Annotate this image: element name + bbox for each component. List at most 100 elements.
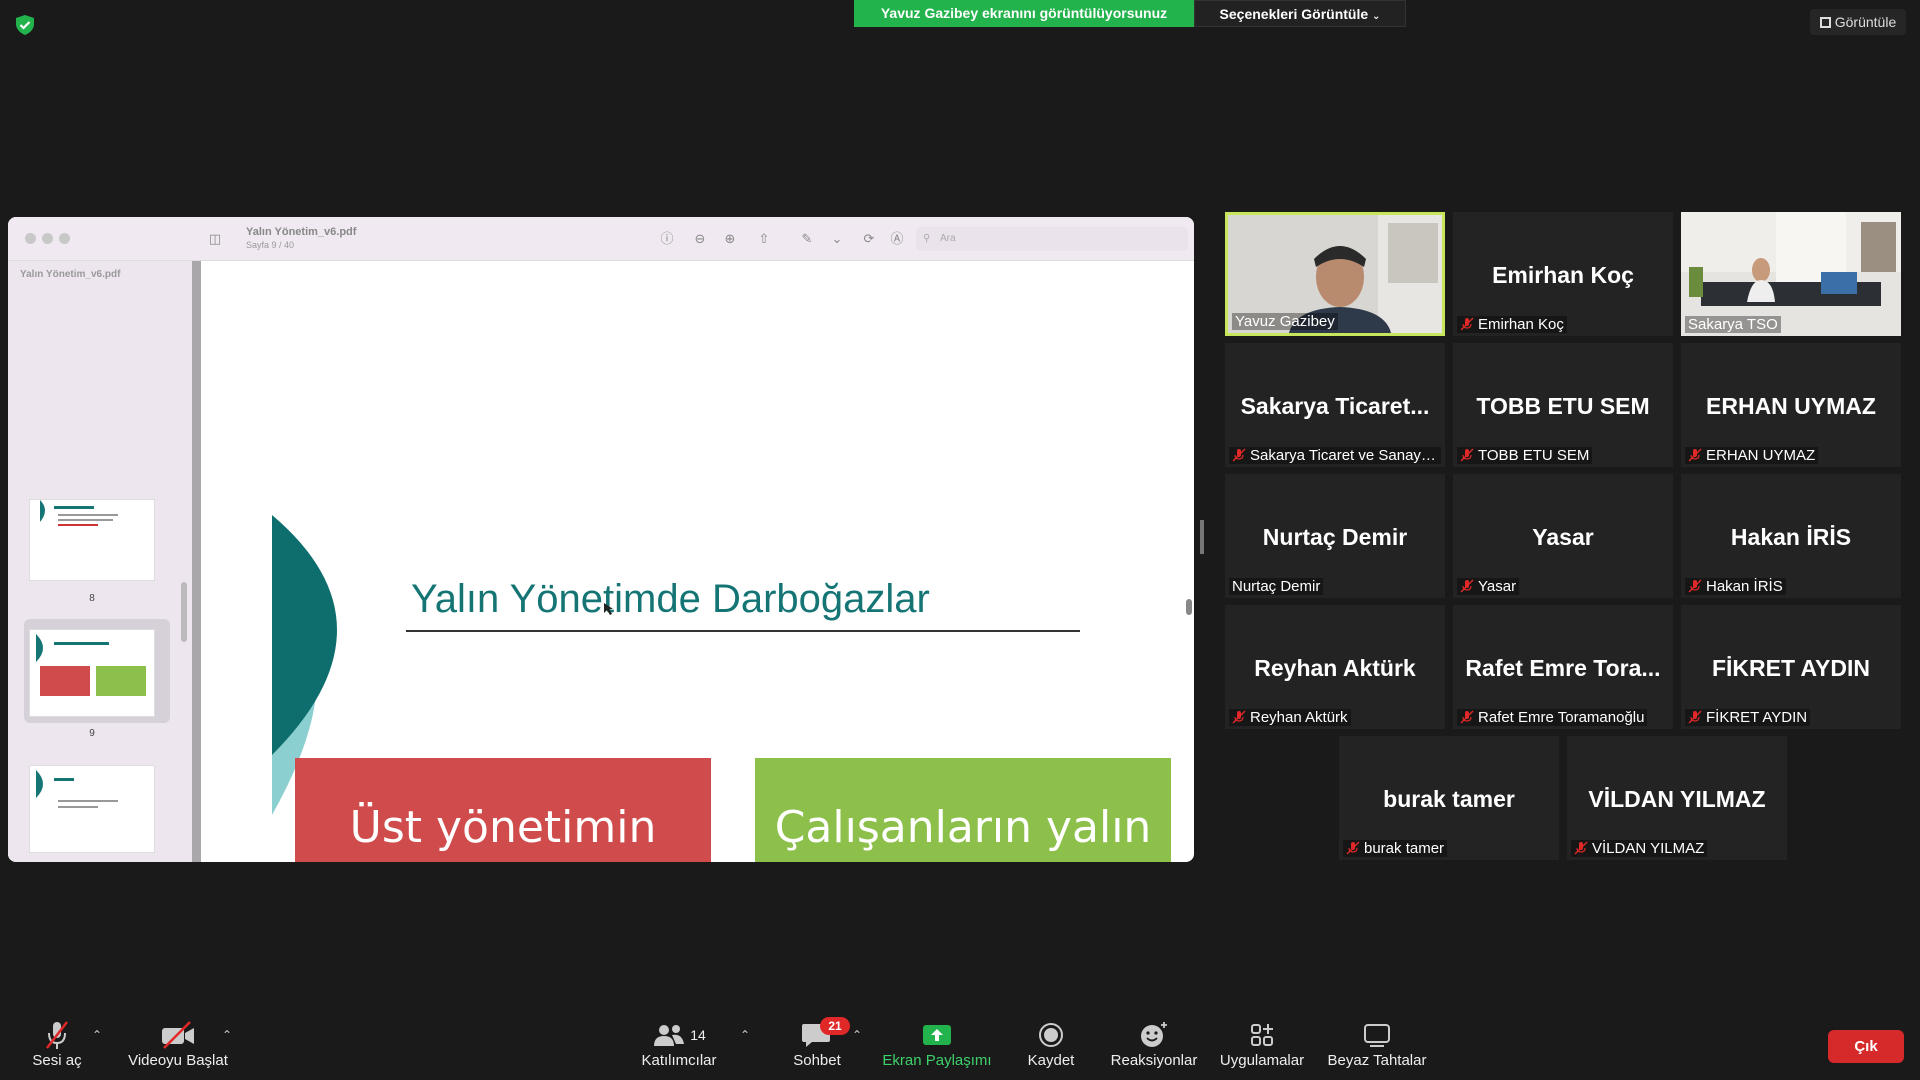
- participants-icon: [654, 1025, 685, 1046]
- participant-display-name: burak tamer: [1383, 786, 1515, 812]
- window-zoom-button[interactable]: [59, 233, 70, 244]
- info-icon[interactable]: ⓘ: [658, 230, 676, 248]
- participant-tile[interactable]: burak tamer burak tamer: [1339, 736, 1559, 860]
- participants-button[interactable]: 14 Katılımcılar: [624, 1018, 734, 1078]
- zoom-in-icon[interactable]: ⊕: [721, 230, 739, 248]
- security-shield-icon[interactable]: [14, 14, 36, 36]
- chat-button[interactable]: Sohbet: [762, 1018, 872, 1078]
- participant-tile[interactable]: Rafet Emre Tora... Rafet Emre Toramanoğlu: [1453, 605, 1673, 729]
- microphone-muted-icon: [1460, 448, 1474, 462]
- window-close-button[interactable]: [25, 233, 36, 244]
- record-button[interactable]: Kaydet: [996, 1018, 1106, 1078]
- video-options-caret[interactable]: ⌃: [222, 1028, 232, 1042]
- microphone-muted-icon: [1232, 710, 1246, 724]
- participant-tile[interactable]: Yavuz Gazibey: [1225, 212, 1445, 336]
- participant-display-name: FİKRET AYDIN: [1711, 655, 1871, 681]
- participant-tile[interactable]: Yasar Yasar: [1453, 474, 1673, 598]
- participant-name-text: Yasar: [1478, 578, 1517, 595]
- participant-display-name: Yasar: [1532, 524, 1594, 550]
- microphone-muted-icon: [1232, 448, 1246, 462]
- start-video-button[interactable]: Videoyu Başlat: [123, 1018, 233, 1078]
- unmute-label: Sesi aç: [32, 1052, 82, 1069]
- sidebar-toggle-icon[interactable]: ◫: [206, 230, 224, 248]
- video-off-icon: [162, 1021, 194, 1049]
- sidebar-divider[interactable]: [192, 261, 201, 862]
- participant-tile[interactable]: Nurtaç Demir Nurtaç Demir: [1225, 474, 1445, 598]
- apps-button[interactable]: Uygulamalar: [1207, 1018, 1317, 1078]
- participant-name-label: Yasar: [1457, 578, 1520, 595]
- participant-name-text: ERHAN UYMAZ: [1706, 447, 1816, 464]
- share-screen-icon: [923, 1025, 951, 1045]
- zoom-out-icon[interactable]: ⊖: [691, 230, 709, 248]
- participant-name-label: Sakarya Ticaret ve Sanayi ...: [1229, 447, 1441, 464]
- record-label: Kaydet: [1027, 1052, 1075, 1069]
- slide-box-left: Üst yönetimin yalın dönüşümü kucaklamama…: [295, 758, 711, 862]
- microphone-muted-icon: [1574, 841, 1588, 855]
- participant-name-label: FİKRET AYDIN: [1685, 709, 1811, 726]
- unmute-button[interactable]: Sesi aç: [2, 1018, 112, 1078]
- reactions-label: Reaksiyonlar: [1110, 1052, 1198, 1069]
- participant-display-name: Reyhan Aktürk: [1254, 655, 1416, 681]
- participant-name-label: TOBB ETU SEM: [1457, 447, 1593, 464]
- slide-title: Yalın Yönetimde Darboğazlar: [411, 577, 930, 621]
- rotate-icon[interactable]: ⟳: [860, 230, 878, 248]
- document-scrollbar[interactable]: [1186, 599, 1192, 615]
- page-thumbnail-9[interactable]: [29, 629, 155, 717]
- participant-tile[interactable]: Reyhan Aktürk Reyhan Aktürk: [1225, 605, 1445, 729]
- document-title: Yalın Yönetim_v6.pdf: [246, 226, 357, 238]
- microphone-muted-icon: [1688, 579, 1702, 593]
- chat-label: Sohbet: [793, 1052, 841, 1069]
- chevron-down-icon: ⌄: [1372, 11, 1381, 22]
- participant-name-label: Sakarya TSO: [1685, 316, 1781, 333]
- participant-tile[interactable]: VİLDAN YILMAZ VİLDAN YILMAZ: [1567, 736, 1787, 860]
- split-view-handle[interactable]: [1200, 520, 1204, 554]
- participant-name-text: burak tamer: [1364, 840, 1445, 857]
- window-minimize-button[interactable]: [42, 233, 53, 244]
- participant-name-text: Sakarya TSO: [1688, 316, 1778, 333]
- slide-box-left-text: Üst yönetimin yalın dönüşümü kucaklamama…: [327, 801, 679, 863]
- page-thumbnail-8[interactable]: [29, 499, 155, 581]
- whiteboards-button[interactable]: Beyaz Tahtalar: [1321, 1018, 1433, 1078]
- annotate-icon[interactable]: Ⓐ: [888, 230, 906, 248]
- record-icon: [1039, 1023, 1063, 1047]
- participants-options-caret[interactable]: ⌃: [740, 1028, 750, 1042]
- participant-tile[interactable]: Emirhan Koç Emirhan Koç: [1453, 212, 1673, 336]
- participant-tile[interactable]: Hakan İRİS Hakan İRİS: [1681, 474, 1901, 598]
- slide-box-right: Çalışanların yalın kültürü tamamen içsel…: [755, 758, 1171, 862]
- gallery-view-icon: [1819, 17, 1831, 28]
- share-screen-label: Ekran Paylaşımı: [882, 1052, 992, 1069]
- page-indicator: Sayfa 9 / 40: [246, 240, 295, 250]
- view-options-button[interactable]: Seçenekleri Görüntüle ⌄: [1194, 0, 1406, 27]
- share-screen-button[interactable]: Ekran Paylaşımı: [880, 1018, 994, 1078]
- chat-options-caret[interactable]: ⌃: [852, 1028, 862, 1042]
- page-thumbnail-10[interactable]: [29, 765, 155, 853]
- apps-label: Uygulamalar: [1219, 1052, 1305, 1069]
- participant-tile[interactable]: ERHAN UYMAZ ERHAN UYMAZ: [1681, 343, 1901, 467]
- participant-name-text: Emirhan Koç: [1478, 316, 1564, 333]
- reactions-button[interactable]: Reaksiyonlar: [1099, 1018, 1209, 1078]
- participant-name-text: Sakarya Ticaret ve Sanayi ...: [1250, 447, 1441, 464]
- thumbnail-content: [36, 770, 118, 808]
- participant-display-name: VİLDAN YILMAZ: [1588, 786, 1766, 812]
- participant-name-text: Rafet Emre Toramanoğlu: [1478, 709, 1645, 726]
- share-icon[interactable]: ⇧: [755, 230, 773, 248]
- audio-options-caret[interactable]: ⌃: [92, 1028, 102, 1042]
- thumbnail-number: 8: [89, 593, 95, 604]
- participant-display-name: Nurtaç Demir: [1262, 524, 1408, 550]
- sidebar-scrollbar[interactable]: [181, 582, 187, 642]
- pdf-toolbar: ◫ Yalın Yönetim_v6.pdf Sayfa 9 / 40 ⓘ ⊖ …: [8, 217, 1194, 261]
- leave-meeting-button[interactable]: Çık: [1828, 1030, 1904, 1063]
- participant-tile[interactable]: TOBB ETU SEM TOBB ETU SEM: [1453, 343, 1673, 467]
- reactions-icon: [1141, 1022, 1167, 1047]
- markup-pen-icon[interactable]: ✎: [798, 230, 816, 248]
- participant-tile[interactable]: Sakarya TSO: [1681, 212, 1901, 336]
- participant-name-text: Hakan İRİS: [1706, 578, 1783, 595]
- participant-tile[interactable]: FİKRET AYDIN FİKRET AYDIN: [1681, 605, 1901, 729]
- view-button-label: Görüntüle: [1834, 14, 1897, 30]
- participant-name-label: Rafet Emre Toramanoğlu: [1457, 709, 1648, 726]
- chevron-down-icon[interactable]: ⌄: [828, 230, 846, 248]
- participant-tile[interactable]: Sakarya Ticaret... Sakarya Ticaret ve San…: [1225, 343, 1445, 467]
- participant-display-name: Sakarya Ticaret...: [1240, 393, 1430, 419]
- pdf-search-field[interactable]: ⚲ Ara: [916, 227, 1188, 251]
- view-button[interactable]: Görüntüle: [1810, 9, 1906, 35]
